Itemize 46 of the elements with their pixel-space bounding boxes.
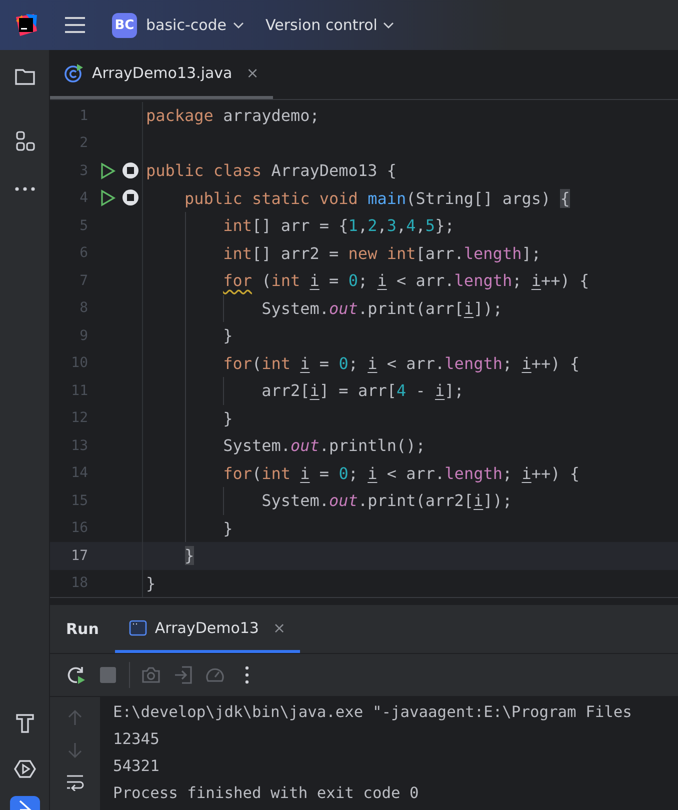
code-line: } [146, 514, 233, 542]
code-line: } [146, 322, 233, 350]
line-number: 17 [70, 548, 88, 564]
chevron-down-icon [232, 22, 244, 28]
project-badge: BC [112, 12, 137, 38]
code-line: for (int i = 0; i < arr.length; i++) { [146, 267, 590, 294]
soft-wrap-icon[interactable] [66, 773, 84, 791]
code-line: public static void main(String[] args) { [184, 188, 570, 210]
hammer-icon[interactable] [14, 712, 36, 734]
services-icon[interactable] [14, 758, 36, 780]
app-logo[interactable] [14, 13, 38, 37]
class-icon [64, 63, 84, 83]
structure-icon[interactable] [14, 130, 36, 152]
code-line: arr2[i] = arr[4 - i]; [146, 377, 464, 404]
folder-icon[interactable] [14, 66, 36, 88]
project-dropdown[interactable]: basic-code [146, 16, 244, 34]
code-line: int[] arr2 = new int[arr.length]; [146, 240, 541, 267]
console-line: Process finished with exit code 0 [113, 783, 420, 804]
code-line: int[] arr = {1,2,3,4,5}; [146, 212, 454, 240]
console-line: 12345 [113, 729, 160, 750]
run-icon[interactable] [100, 162, 116, 180]
code-line: } [146, 404, 233, 432]
stop-icon[interactable] [122, 189, 139, 206]
rerun-icon[interactable] [65, 664, 87, 686]
code-line: public class ArrayDemo13 { [146, 160, 396, 182]
chevron-down-icon [383, 22, 394, 28]
window-icon [128, 620, 147, 636]
code-line: System.out.print(arr2[i]); [146, 487, 512, 514]
code-line: for(int i = 0; i < arr.length; i++) { [146, 460, 580, 487]
close-icon[interactable]: × [272, 618, 286, 636]
run-icon[interactable] [100, 189, 116, 208]
code-line: System.out.print(arr[i]); [146, 294, 502, 322]
run-icon [18, 800, 32, 810]
console-line: E:\develop\jdk\bin\java.exe "-javaagent:E:\Program Files [113, 702, 632, 723]
stop-icon[interactable] [122, 162, 139, 179]
console-line: 54321 [113, 756, 160, 777]
code-line: package arraydemo; [146, 105, 320, 127]
menu-icon[interactable] [64, 16, 86, 34]
code-line: for(int i = 0; i < arr.length; i++) { [146, 350, 580, 377]
code-line: System.out.println(); [146, 432, 426, 460]
run-tool-button[interactable] [10, 796, 40, 810]
editor-tab[interactable]: ArrayDemo13.java × [50, 50, 273, 99]
close-icon[interactable]: × [246, 64, 259, 82]
code-line: } [146, 572, 156, 594]
version-control-dropdown[interactable]: Version control [266, 16, 394, 34]
panel-title: Run [65, 619, 100, 640]
